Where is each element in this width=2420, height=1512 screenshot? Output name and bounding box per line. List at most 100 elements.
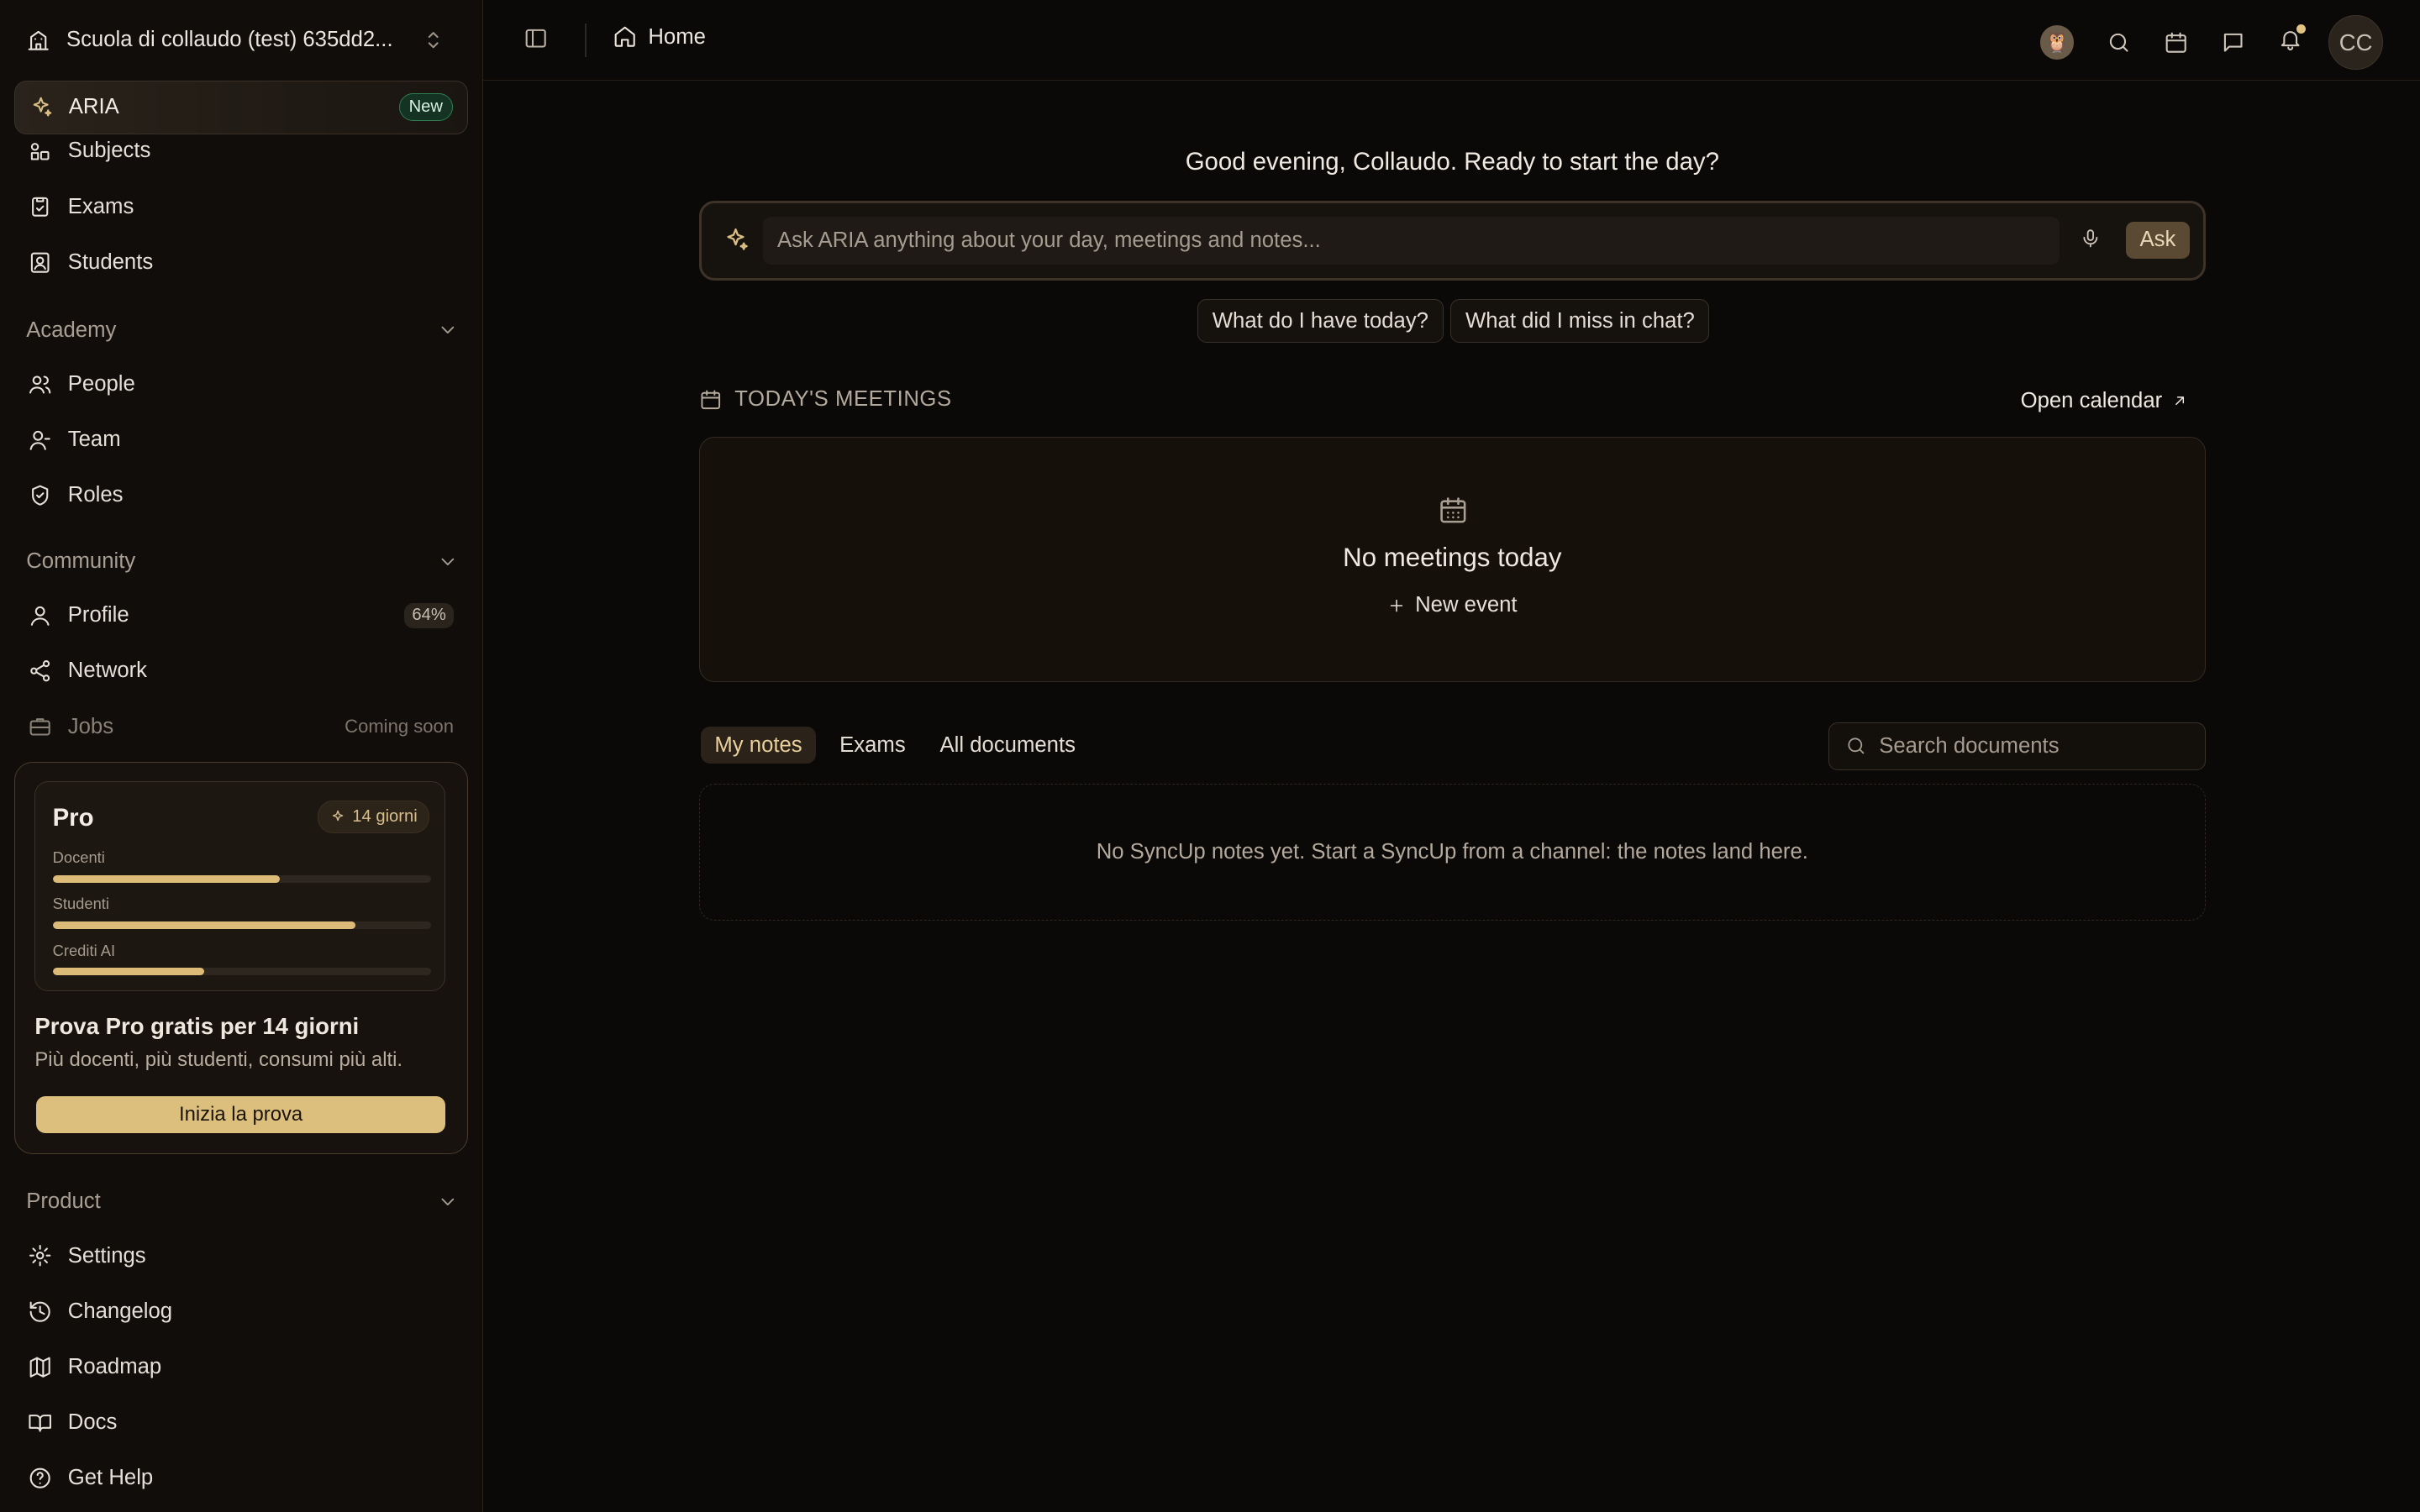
breadcrumb[interactable]: Home [613,24,706,49]
arrow-up-right-icon [2175,396,2185,406]
trial-days-badge: 14 giorni [317,801,429,834]
sidebar-item-roles[interactable]: Roles [14,469,468,521]
sidebar-item-profile[interactable]: Profile 64% [14,590,468,642]
sidebar-item-people[interactable]: People [14,358,468,410]
header-actions: 🦉 CC [2040,15,2383,70]
plus-icon [1390,599,1403,612]
search-documents-input[interactable] [1879,733,2173,759]
section-header-product[interactable]: Product [26,1184,458,1221]
briefcase-icon [29,718,50,736]
calendar-icon [701,390,721,409]
usage-bar-crediti [52,967,431,975]
sidebar-item-label: People [67,371,135,396]
message-icon[interactable] [2221,30,2245,55]
sidebar-item-settings[interactable]: Settings [14,1230,468,1282]
sidebar-item-team[interactable]: Team [14,413,468,465]
calendar-days-icon [1440,497,1466,523]
section-header-label: Academy [26,318,117,342]
search-icon[interactable] [2107,30,2131,55]
promo-title: Prova Pro gratis per 14 giorni [34,1012,360,1039]
sidebar-item-subjects[interactable]: Subjects [14,127,468,176]
tab-my-notes[interactable]: My notes [700,727,817,764]
section-header-community[interactable]: Community [26,543,458,580]
sidebar-toggle-icon[interactable] [523,26,548,50]
sidebar-item-exams[interactable]: Exams [14,181,468,233]
section-header-label: Product [26,1189,101,1214]
map-icon [29,1357,50,1378]
search-icon [1848,738,1865,754]
new-event-label: New event [1415,593,1518,617]
shield-check-icon [32,485,49,506]
gear-icon [29,1245,51,1267]
usage-label-crediti: Crediti AI [52,941,116,959]
sidebar-item-label: Roadmap [67,1354,162,1378]
user-avatar[interactable]: CC [2328,15,2383,70]
tab-exams[interactable]: Exams [826,727,920,764]
chevron-down-icon [441,558,454,565]
sidebar-item-label: Jobs [67,714,114,738]
start-trial-button[interactable]: Inizia la prova [36,1096,445,1134]
user-group-icon [29,430,50,450]
header-divider [585,23,587,57]
sidebar-item-label: ARIA [68,95,119,119]
shapes-icon [30,143,50,160]
sparkles-icon [33,97,52,117]
clipboard-check-icon [32,197,49,218]
sidebar-item-network[interactable]: Network [14,645,468,697]
chevrons-up-down-icon [429,32,439,49]
notification-dot [2296,24,2306,34]
sidebar-item-changelog[interactable]: Changelog [14,1285,468,1337]
sidebar-item-label: Get Help [67,1466,154,1490]
breadcrumb-home: Home [648,24,706,49]
new-event-button[interactable]: New event [700,593,2205,617]
greeting: Good evening, Collaudo. Ready to start t… [1185,148,1719,176]
tab-all-documents[interactable]: All documents [926,727,1089,764]
sidebar-item-label: Roles [67,483,124,507]
usage-bar-studenti [52,921,431,929]
usage-bar-fill [52,921,355,929]
sparkles-icon [332,810,344,821]
school-icon [28,30,49,50]
ask-aria-input[interactable] [763,217,2060,265]
new-badge: New [398,93,453,121]
sparkles-icon [727,228,748,251]
meetings-panel: No meetings today New event [699,436,2206,682]
mascot-icon[interactable]: 🦉 [2040,25,2075,60]
search-documents[interactable] [1828,722,2206,770]
sidebar-item-roadmap[interactable]: Roadmap [14,1341,468,1393]
notifications[interactable] [2278,24,2306,57]
sidebar-item-label: Changelog [67,1299,173,1323]
notes-empty-state: No SyncUp notes yet. Start a SyncUp from… [699,784,2206,921]
section-header-academy[interactable]: Academy [26,312,458,349]
sidebar-item-docs[interactable]: Docs [14,1396,468,1448]
plan-usage-card: Pro 14 giorni Docenti Studenti Crediti A… [34,781,445,992]
pro-trial-promo: Pro 14 giorni Docenti Studenti Crediti A… [13,762,468,1154]
suggestion-chip-chat[interactable]: What did I miss in chat? [1450,299,1710,343]
share-network-icon [30,660,50,682]
chevron-down-icon [441,1198,454,1205]
sidebar-item-label: Students [67,249,154,274]
contact-square-icon [30,252,50,273]
calendar-icon[interactable] [2164,30,2188,55]
sidebar-item-get-help[interactable]: Get Help [14,1452,468,1504]
chevron-down-icon [441,326,454,334]
workspace-switcher[interactable]: Scuola di collaudo (test) 635dd2... [13,14,460,66]
microphone-icon[interactable] [2080,228,2102,249]
help-circle-icon [29,1467,50,1488]
sidebar-item-label: Docs [67,1410,118,1434]
meetings-header-label: TODAY'S MEETINGS [734,387,952,411]
top-bar: Home 🦉 CC [482,0,2420,81]
sidebar-item-students[interactable]: Students [14,236,468,288]
coming-soon-label: Coming soon [345,716,454,738]
usage-label-docenti: Docenti [52,848,105,867]
suggestion-chip-today[interactable]: What do I have today? [1197,299,1444,343]
sidebar-item-label: Exams [67,194,134,218]
sidebar-item-label: Team [67,427,121,451]
usage-bar-fill [52,874,280,883]
book-open-icon [29,1414,51,1432]
aria-ask-box: Ask [699,200,2206,281]
usage-bar-fill [52,967,204,975]
meetings-header: TODAY'S MEETINGS [699,387,952,412]
ask-button[interactable]: Ask [2126,221,2190,259]
open-calendar-link[interactable]: Open calendar [2021,389,2189,413]
